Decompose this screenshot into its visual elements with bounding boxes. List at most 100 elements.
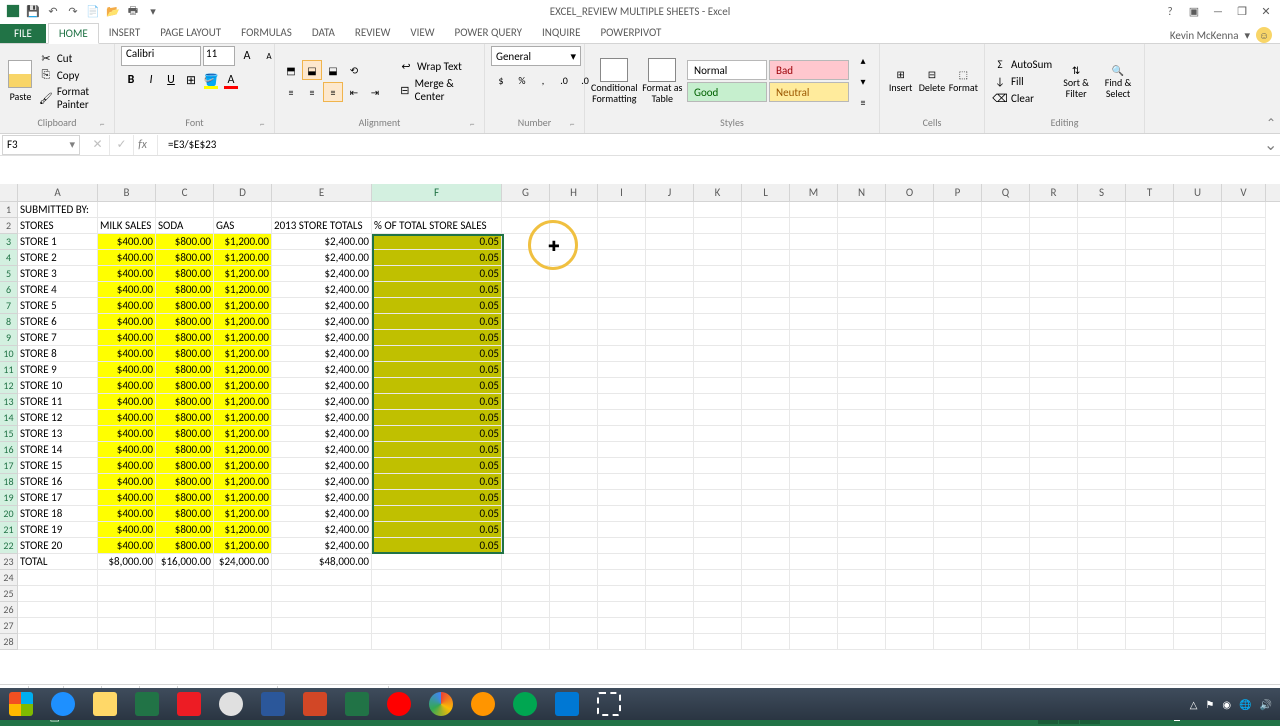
cell-T17[interactable] <box>1126 458 1174 474</box>
cell-P8[interactable] <box>934 314 982 330</box>
word-icon[interactable] <box>252 688 294 720</box>
cell-A3[interactable]: STORE 1 <box>18 234 98 250</box>
cell-O15[interactable] <box>886 426 934 442</box>
format-cells-button[interactable]: ⬚Format <box>949 51 978 111</box>
cell-C14[interactable]: $800.00 <box>156 410 214 426</box>
cell-H1[interactable] <box>550 202 598 218</box>
cell-H27[interactable] <box>550 618 598 634</box>
cell-D2[interactable]: GAS <box>214 218 272 234</box>
cell-B9[interactable]: $400.00 <box>98 330 156 346</box>
cell-M26[interactable] <box>790 602 838 618</box>
media-player-icon[interactable] <box>378 688 420 720</box>
cell-G9[interactable] <box>502 330 550 346</box>
cell-H21[interactable] <box>550 522 598 538</box>
cell-T11[interactable] <box>1126 362 1174 378</box>
cell-J20[interactable] <box>646 506 694 522</box>
outlook-icon[interactable] <box>546 688 588 720</box>
cell-G4[interactable] <box>502 250 550 266</box>
cell-K24[interactable] <box>694 570 742 586</box>
cell-P26[interactable] <box>934 602 982 618</box>
cell-P5[interactable] <box>934 266 982 282</box>
cell-H4[interactable] <box>550 250 598 266</box>
cell-M18[interactable] <box>790 474 838 490</box>
cell-O17[interactable] <box>886 458 934 474</box>
cell-I24[interactable] <box>598 570 646 586</box>
cell-P6[interactable] <box>934 282 982 298</box>
cell-M24[interactable] <box>790 570 838 586</box>
cell-F18[interactable]: 0.05 <box>372 474 502 490</box>
cell-F7[interactable]: 0.05 <box>372 298 502 314</box>
cell-S2[interactable] <box>1078 218 1126 234</box>
close-icon[interactable]: ✕ <box>1256 3 1276 19</box>
cell-C21[interactable]: $800.00 <box>156 522 214 538</box>
cell-N18[interactable] <box>838 474 886 490</box>
cell-H22[interactable] <box>550 538 598 554</box>
qat-customize-icon[interactable]: ▾ <box>144 3 162 19</box>
cell-Q6[interactable] <box>982 282 1030 298</box>
cell-M1[interactable] <box>790 202 838 218</box>
cell-R5[interactable] <box>1030 266 1078 282</box>
cell-N20[interactable] <box>838 506 886 522</box>
acrobat-icon[interactable] <box>168 688 210 720</box>
style-normal[interactable]: Normal <box>687 60 767 80</box>
cell-H28[interactable] <box>550 634 598 650</box>
cell-M28[interactable] <box>790 634 838 650</box>
cell-P21[interactable] <box>934 522 982 538</box>
cell-U28[interactable] <box>1174 634 1222 650</box>
tray-update-icon[interactable]: ◉ <box>1222 698 1231 711</box>
cell-O7[interactable] <box>886 298 934 314</box>
cancel-formula-icon[interactable]: ✕ <box>86 135 110 155</box>
clipboard-launcher[interactable]: ⌐ <box>100 119 112 131</box>
cell-D11[interactable]: $1,200.00 <box>214 362 272 378</box>
cell-U2[interactable] <box>1174 218 1222 234</box>
cell-S14[interactable] <box>1078 410 1126 426</box>
cell-J26[interactable] <box>646 602 694 618</box>
cell-K11[interactable] <box>694 362 742 378</box>
cell-G5[interactable] <box>502 266 550 282</box>
cell-O8[interactable] <box>886 314 934 330</box>
cell-K19[interactable] <box>694 490 742 506</box>
cell-I8[interactable] <box>598 314 646 330</box>
cell-B8[interactable]: $400.00 <box>98 314 156 330</box>
powerpoint-icon[interactable] <box>294 688 336 720</box>
decrease-indent-button[interactable]: ⇤ <box>344 82 364 102</box>
cell-K26[interactable] <box>694 602 742 618</box>
cell-T7[interactable] <box>1126 298 1174 314</box>
cell-F3[interactable]: 0.05 <box>372 234 502 250</box>
cell-C23[interactable]: $16,000.00 <box>156 554 214 570</box>
styles-more[interactable]: ≡ <box>853 92 873 112</box>
cell-H20[interactable] <box>550 506 598 522</box>
cell-R16[interactable] <box>1030 442 1078 458</box>
orientation-button[interactable]: ⟲ <box>344 60 364 80</box>
cell-G1[interactable] <box>502 202 550 218</box>
row-header-6[interactable]: 6 <box>0 282 18 298</box>
cell-R9[interactable] <box>1030 330 1078 346</box>
cell-S6[interactable] <box>1078 282 1126 298</box>
cell-Q17[interactable] <box>982 458 1030 474</box>
cell-M13[interactable] <box>790 394 838 410</box>
align-center-button[interactable]: ≡ <box>302 82 322 102</box>
ribbon-tab-data[interactable]: DATA <box>302 23 345 43</box>
font-launcher[interactable]: ⌐ <box>260 119 272 131</box>
cell-O2[interactable] <box>886 218 934 234</box>
cell-J13[interactable] <box>646 394 694 410</box>
column-header-J[interactable]: J <box>646 184 694 201</box>
cell-C26[interactable] <box>156 602 214 618</box>
cell-M6[interactable] <box>790 282 838 298</box>
cell-N14[interactable] <box>838 410 886 426</box>
column-header-C[interactable]: C <box>156 184 214 201</box>
cell-U24[interactable] <box>1174 570 1222 586</box>
cell-P9[interactable] <box>934 330 982 346</box>
cell-G28[interactable] <box>502 634 550 650</box>
cell-S25[interactable] <box>1078 586 1126 602</box>
cell-L13[interactable] <box>742 394 790 410</box>
row-header-4[interactable]: 4 <box>0 250 18 266</box>
column-header-P[interactable]: P <box>934 184 982 201</box>
cell-E25[interactable] <box>272 586 372 602</box>
cell-O24[interactable] <box>886 570 934 586</box>
cell-R23[interactable] <box>1030 554 1078 570</box>
fill-button[interactable]: ↓Fill <box>991 73 1054 89</box>
cell-A20[interactable]: STORE 18 <box>18 506 98 522</box>
ribbon-tab-view[interactable]: VIEW <box>400 23 444 43</box>
cell-U17[interactable] <box>1174 458 1222 474</box>
